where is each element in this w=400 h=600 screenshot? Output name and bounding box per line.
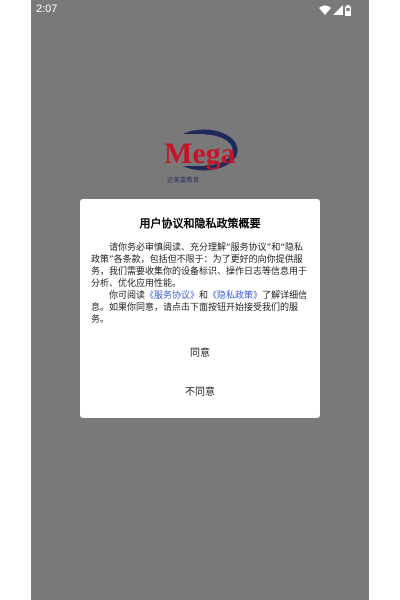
wifi-icon (319, 5, 331, 15)
dialog-paragraph-1: 请你务必审慎阅读、充分理解“服务协议”和“隐私政策”各条款，包括但不限于：为了更… (91, 243, 308, 289)
service-agreement-link[interactable]: 《服务协议》 (145, 291, 199, 301)
status-time: 2:07 (36, 3, 58, 15)
dialog-text-prefix: 你可阅读 (109, 291, 146, 301)
logo-text: Mega (165, 137, 236, 170)
dialog-title: 用户协议和隐私政策概要 (139, 217, 261, 230)
battery-icon (345, 4, 351, 16)
privacy-policy-link[interactable]: 《隐私政策》 (208, 291, 262, 301)
dialog-body: 请你务必审慎阅读、充分理解“服务协议”和“隐私政策”各条款，包括但不限于：为了更… (91, 242, 311, 326)
phone-screen: 2:07 Mega 迈美嘉教育 用户协议和隐私政策概要 请你务必审慎阅读、充分理 (31, 0, 369, 600)
agreement-dialog: 用户协议和隐私政策概要 请你务必审慎阅读、充分理解“服务协议”和“隐私政策”各条… (80, 199, 320, 418)
status-icons (319, 4, 351, 16)
dialog-paragraph-2: 你可阅读《服务协议》和《隐私政策》了解详细信息。如果你同意，请点击下面按钮开始接… (91, 290, 311, 326)
disagree-button[interactable]: 不同意 (80, 381, 320, 405)
agree-button[interactable]: 同意 (80, 342, 320, 366)
signal-icon (333, 5, 343, 15)
dialog-text-and: 和 (199, 291, 209, 301)
app-logo: Mega 迈美嘉教育 (165, 126, 239, 184)
logo-subtitle: 迈美嘉教育 (167, 177, 200, 184)
status-bar: 2:07 (31, 0, 369, 20)
